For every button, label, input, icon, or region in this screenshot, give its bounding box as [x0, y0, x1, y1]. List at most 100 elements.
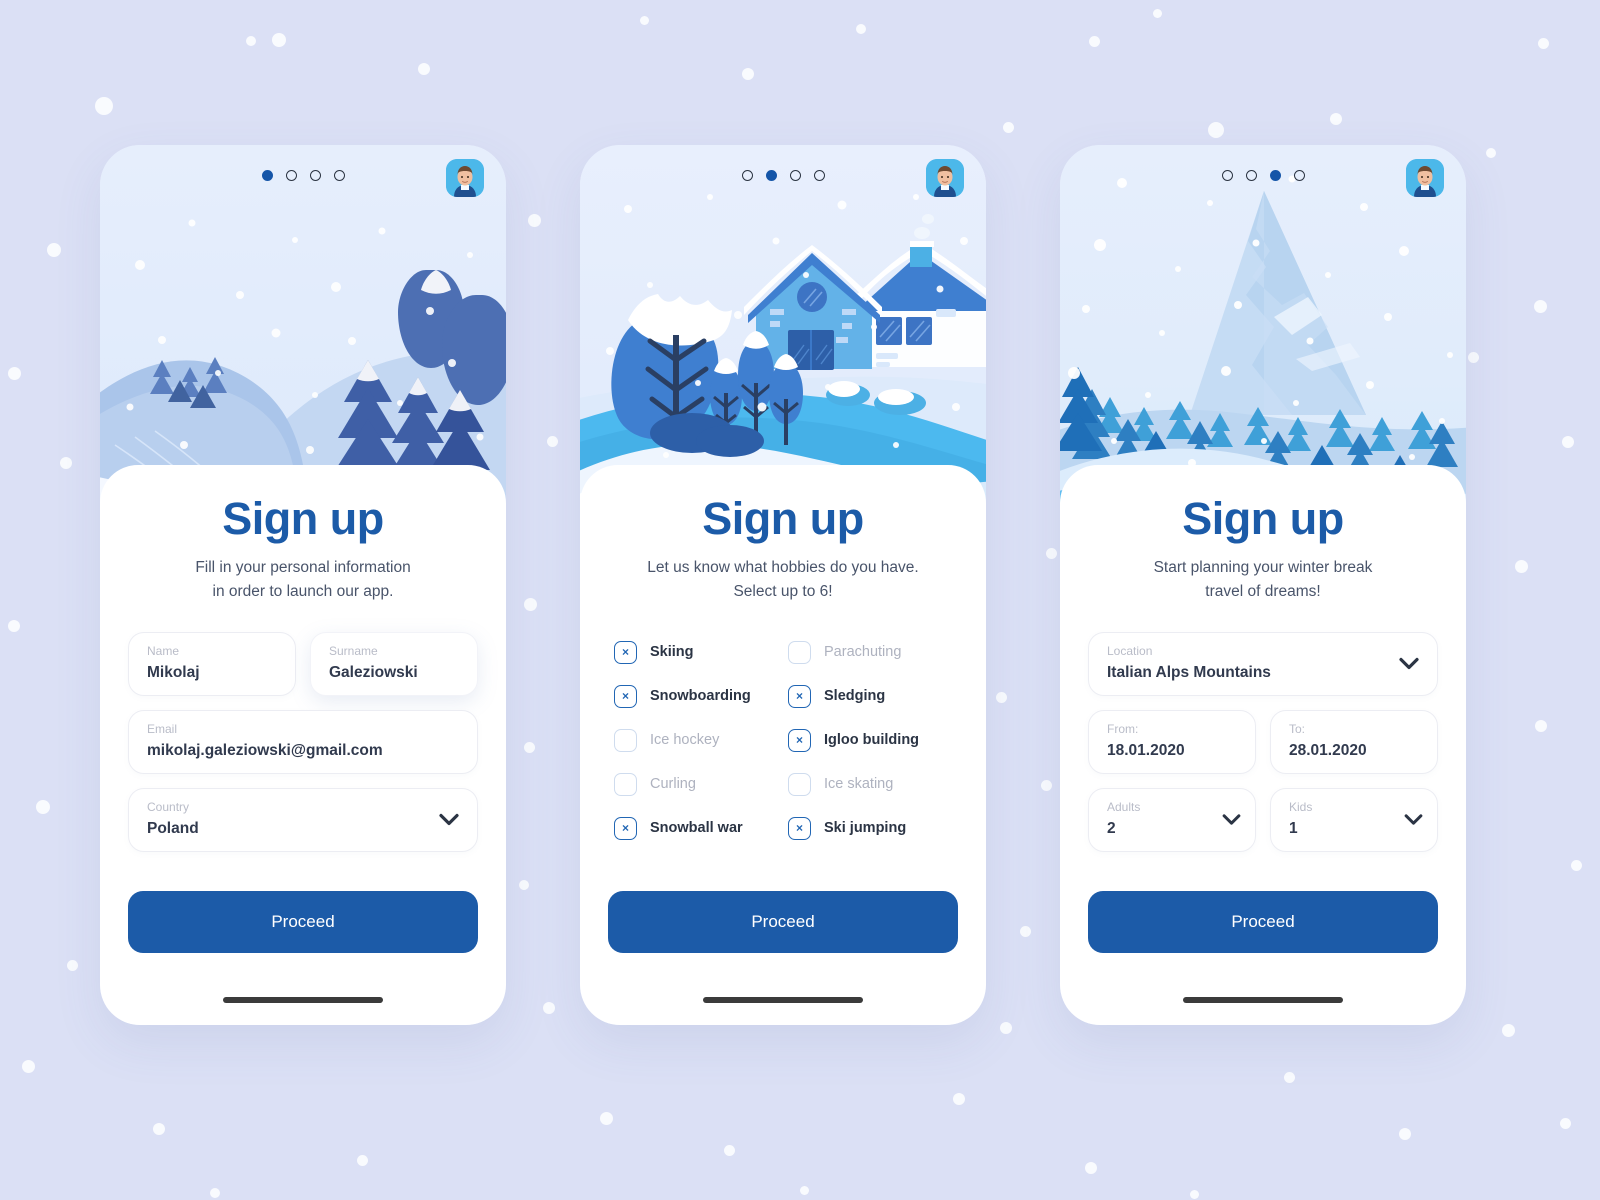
country-select-value: Poland: [147, 819, 199, 837]
checkbox-icon[interactable]: ×: [788, 816, 811, 840]
location-select[interactable]: Location Italian Alps Mountains: [1088, 632, 1438, 697]
phone-screen-personal-info: Sign up Fill in your personal informatio…: [100, 145, 506, 1025]
pager-dot-4[interactable]: [813, 170, 825, 181]
surname-field-value: Galeziowski: [329, 663, 418, 681]
subtitle-line-1: Fill in your personal information: [195, 559, 411, 577]
pager-dot-4[interactable]: [1293, 170, 1305, 181]
hobby-skiing[interactable]: × Skiing: [614, 630, 778, 674]
chevron-down-icon[interactable]: [1399, 658, 1419, 671]
checkbox-icon[interactable]: [788, 640, 811, 664]
subtitle-line-1: Let us know what hobbies do you have.: [647, 559, 919, 577]
home-indicator: [223, 997, 383, 1003]
chevron-down-icon[interactable]: [439, 814, 459, 827]
name-field[interactable]: Name Mikolaj: [128, 632, 296, 697]
personal-info-form: Name Mikolaj Surname Galeziowski Email m…: [128, 632, 478, 853]
date-from-field[interactable]: From: 18.01.2020: [1088, 710, 1256, 775]
date-range-row: From: 18.01.2020 To: 28.01.2020: [1088, 710, 1438, 775]
page-subtitle: Fill in your personal information in ord…: [128, 556, 478, 604]
user-avatar[interactable]: [446, 159, 484, 197]
subtitle-line-1: Start planning your winter break: [1153, 559, 1373, 577]
app-showcase: Sign up Fill in your personal informatio…: [0, 0, 1600, 1200]
name-field-value: Mikolaj: [147, 663, 200, 681]
kids-select-value: 1: [1289, 819, 1298, 837]
user-avatar[interactable]: [926, 159, 964, 197]
hobby-curling[interactable]: Curling: [614, 762, 778, 806]
subtitle-line-2: travel of dreams!: [1205, 583, 1321, 601]
checkbox-icon[interactable]: ×: [788, 684, 811, 708]
kids-select-label: Kids: [1289, 800, 1313, 815]
phone-1-header: [100, 145, 506, 225]
hobby-label: Ice hockey: [650, 732, 720, 749]
hobby-snowboarding[interactable]: × Snowboarding: [614, 674, 778, 718]
page-title: Sign up: [222, 493, 384, 544]
hobby-label: Skiing: [650, 644, 694, 661]
location-select-label: Location: [1107, 644, 1153, 659]
chevron-down-icon[interactable]: [1222, 814, 1241, 826]
date-to-value: 28.01.2020: [1289, 741, 1367, 759]
hobby-label: Parachuting: [824, 644, 902, 661]
pager-dot-1[interactable]: [741, 170, 753, 181]
pager-dot-4[interactable]: [333, 170, 345, 181]
email-field-value: mikolaj.galeziowski@gmail.com: [147, 741, 383, 759]
page-title: Sign up: [702, 493, 864, 544]
hobby-ice-skating[interactable]: Ice skating: [788, 762, 952, 806]
hobby-sledging[interactable]: × Sledging: [788, 674, 952, 718]
adults-select[interactable]: Adults 2: [1088, 788, 1256, 853]
signup-sheet-1: Sign up Fill in your personal informatio…: [100, 465, 506, 1025]
kids-select[interactable]: Kids 1: [1270, 788, 1438, 853]
proceed-button[interactable]: Proceed: [1088, 891, 1438, 953]
date-from-value: 18.01.2020: [1107, 741, 1185, 759]
checkbox-icon[interactable]: ×: [614, 640, 637, 664]
phone-screen-hobbies: Sign up Let us know what hobbies do you …: [580, 145, 986, 1025]
pager-dot-3[interactable]: [1269, 170, 1281, 181]
hobby-ice-hockey[interactable]: Ice hockey: [614, 718, 778, 762]
hobby-label: Ski jumping: [824, 820, 907, 837]
pager-dot-3[interactable]: [789, 170, 801, 181]
proceed-button[interactable]: Proceed: [608, 891, 958, 953]
checkbox-icon[interactable]: [614, 728, 637, 752]
country-select[interactable]: Country Poland: [128, 788, 478, 853]
hobby-igloo-building[interactable]: × Igloo building: [788, 718, 952, 762]
checkbox-icon[interactable]: [788, 772, 811, 796]
hobby-snowball-war[interactable]: × Snowball war: [614, 806, 778, 850]
hobby-label: Sledging: [824, 688, 886, 705]
hobbies-list: × Skiing Parachuting × Snowboarding × Sl…: [608, 630, 958, 850]
pager-dot-2[interactable]: [1245, 170, 1257, 181]
checkbox-icon[interactable]: ×: [788, 728, 811, 752]
page-subtitle: Let us know what hobbies do you have. Se…: [608, 556, 958, 604]
page-title: Sign up: [1182, 493, 1344, 544]
date-to-field[interactable]: To: 28.01.2020: [1270, 710, 1438, 775]
surname-field[interactable]: Surname Galeziowski: [310, 632, 478, 697]
subtitle-line-2: Select up to 6!: [733, 583, 833, 601]
hobby-label: Curling: [650, 776, 696, 793]
hobby-label: Snowball war: [650, 820, 743, 837]
date-from-label: From:: [1107, 722, 1139, 737]
checkbox-icon[interactable]: ×: [614, 684, 637, 708]
hobby-ski-jumping[interactable]: × Ski jumping: [788, 806, 952, 850]
checkbox-icon[interactable]: [614, 772, 637, 796]
pager-dot-1[interactable]: [1221, 170, 1233, 181]
adults-select-label: Adults: [1107, 800, 1141, 815]
pager-dot-2[interactable]: [285, 170, 297, 181]
guests-row: Adults 2 Kids 1: [1088, 788, 1438, 853]
signup-sheet-2: Sign up Let us know what hobbies do you …: [580, 465, 986, 1025]
proceed-button[interactable]: Proceed: [128, 891, 478, 953]
email-field[interactable]: Email mikolaj.galeziowski@gmail.com: [128, 710, 478, 775]
home-indicator: [703, 997, 863, 1003]
country-select-label: Country: [147, 800, 190, 815]
pager-dot-2[interactable]: [765, 170, 777, 181]
hobby-label: Snowboarding: [650, 688, 751, 705]
checkbox-icon[interactable]: ×: [614, 816, 637, 840]
hobby-parachuting[interactable]: Parachuting: [788, 630, 952, 674]
pager-dot-1[interactable]: [261, 170, 273, 181]
hobby-label: Ice skating: [824, 776, 894, 793]
user-avatar[interactable]: [1406, 159, 1444, 197]
subtitle-line-2: in order to launch our app.: [212, 583, 394, 601]
surname-field-label: Surname: [329, 644, 378, 659]
signup-sheet-3: Sign up Start planning your winter break…: [1060, 465, 1466, 1025]
page-subtitle: Start planning your winter break travel …: [1088, 556, 1438, 604]
chevron-down-icon[interactable]: [1404, 814, 1423, 826]
pager-dot-3[interactable]: [309, 170, 321, 181]
adults-select-value: 2: [1107, 819, 1116, 837]
name-field-label: Name: [147, 644, 180, 659]
